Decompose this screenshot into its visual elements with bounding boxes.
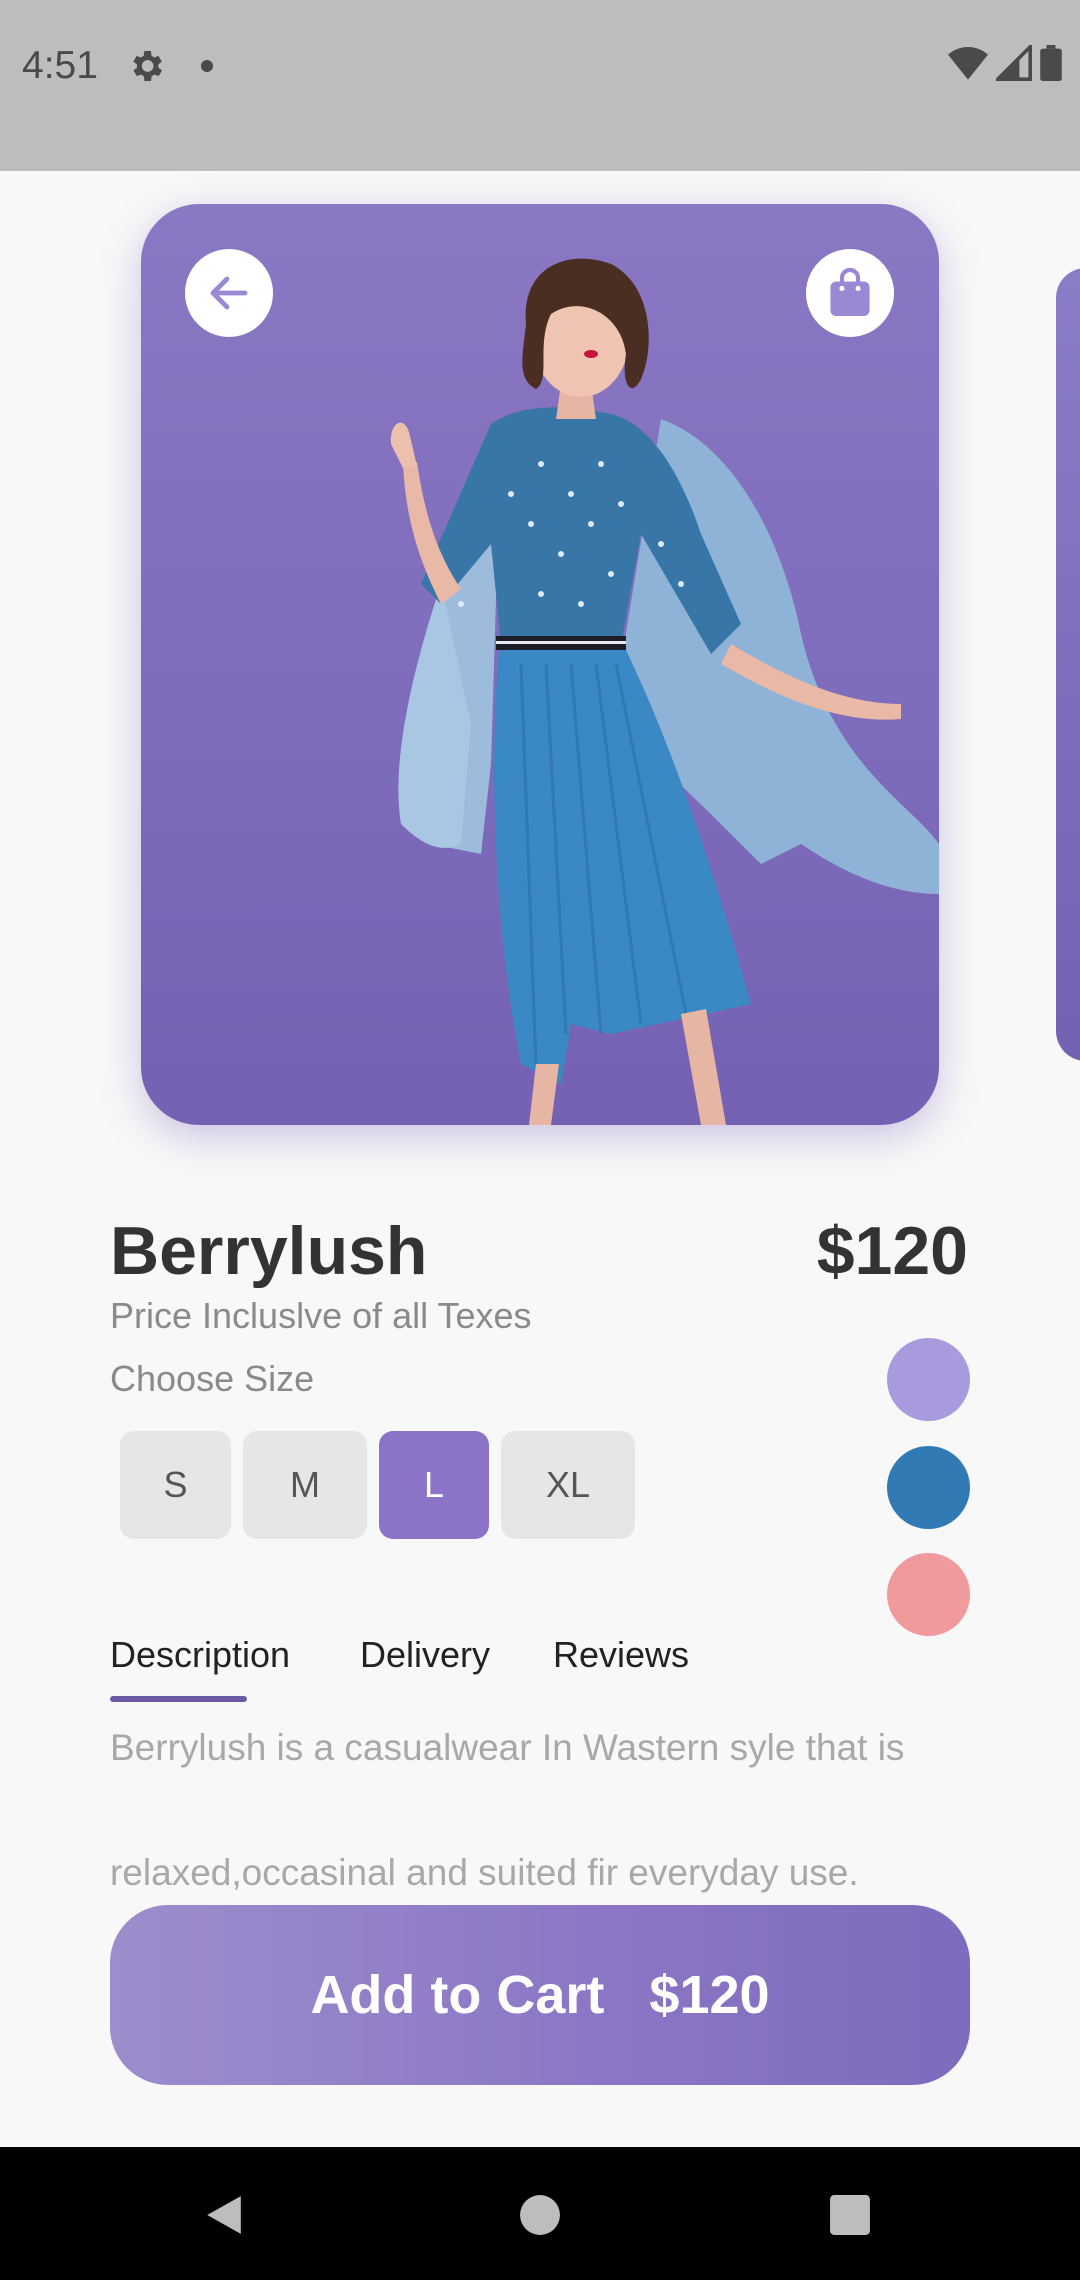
back-button[interactable] xyxy=(185,249,273,337)
product-price: $120 xyxy=(816,1213,968,1289)
status-time: 4:51 xyxy=(22,44,98,87)
signal-icon xyxy=(996,45,1032,81)
nav-recents-icon[interactable] xyxy=(829,2194,871,2236)
settings-icon xyxy=(126,46,166,91)
nav-back-icon[interactable] xyxy=(203,2194,245,2236)
size-option-s[interactable]: S xyxy=(120,1431,231,1539)
color-swatch-lavender[interactable] xyxy=(887,1338,970,1421)
nav-home-icon[interactable] xyxy=(519,2194,561,2236)
tab-description[interactable]: Description xyxy=(110,1634,290,1676)
description-line-2: relaxed,occasinal and suited fir everyda… xyxy=(110,1852,859,1893)
tab-delivery[interactable]: Delivery xyxy=(360,1634,490,1676)
color-swatch-pink[interactable] xyxy=(887,1553,970,1636)
shopping-bag-icon xyxy=(830,268,870,316)
bag-button[interactable] xyxy=(806,249,894,337)
add-to-cart-label: Add to Cart xyxy=(310,1965,605,2025)
status-bar: 4:51 xyxy=(0,0,1080,171)
arrow-left-icon xyxy=(210,276,248,310)
price-note: Price Incluslve of all Texes xyxy=(110,1295,532,1336)
battery-icon xyxy=(1040,45,1062,81)
product-photo xyxy=(390,258,939,1125)
add-to-cart-button[interactable]: Add to Cart $120 xyxy=(110,1905,970,2085)
add-to-cart-price: $120 xyxy=(649,1965,770,2025)
tab-reviews[interactable]: Reviews xyxy=(553,1634,689,1676)
size-option-l[interactable]: L xyxy=(379,1431,489,1539)
size-option-m[interactable]: M xyxy=(243,1431,367,1539)
notification-dot-icon xyxy=(201,60,213,72)
size-option-xl[interactable]: XL xyxy=(501,1431,635,1539)
choose-size-label: Choose Size xyxy=(110,1358,315,1399)
product-image-card[interactable] xyxy=(141,204,939,1125)
next-product-card[interactable] xyxy=(1056,268,1080,1061)
wifi-icon xyxy=(948,47,988,80)
status-icons xyxy=(948,45,1062,81)
navigation-bar xyxy=(0,2147,1080,2280)
active-tab-indicator xyxy=(110,1696,247,1702)
color-swatch-blue[interactable] xyxy=(887,1446,970,1529)
product-title: Berrylush xyxy=(110,1213,428,1289)
description-line-1: Berrylush is a casualwear In Wastern syl… xyxy=(110,1727,905,1768)
size-selector: S M L XL xyxy=(120,1431,635,1539)
